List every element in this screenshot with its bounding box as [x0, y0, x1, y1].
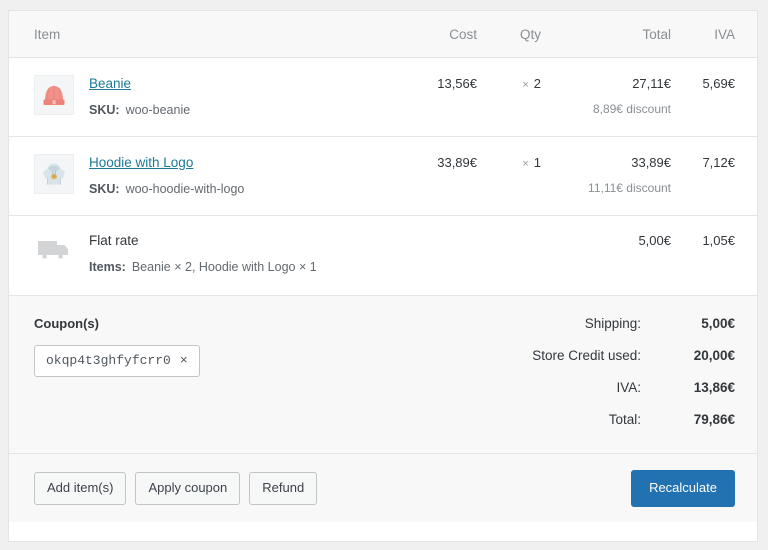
line-item-cost-cell: 13,56€ — [393, 75, 485, 93]
totals-value: 79,86€ — [693, 412, 735, 427]
line-item-cost: 33,89€ — [437, 155, 477, 170]
shipping-row: Flat rate Items: Beanie × 2, Hoodie with … — [9, 216, 757, 296]
column-header-item: Item — [34, 26, 61, 42]
product-link[interactable]: Hoodie with Logo — [89, 154, 193, 172]
sku-value: woo-beanie — [125, 103, 191, 117]
shipping-iva-cell: 1,05€ — [679, 232, 757, 250]
totals-row: Total: 79,86€ — [439, 412, 735, 427]
qty-multiply-symbol: × — [522, 79, 529, 91]
line-item-iva: 5,69€ — [702, 76, 735, 91]
totals-row: Shipping: 5,00€ — [439, 316, 735, 331]
line-item-thumbnail-cell — [9, 75, 89, 115]
line-item-cost-cell: 33,89€ — [393, 154, 485, 172]
line-item-total-cell: 33,89€ 11,11€ discount — [559, 154, 679, 195]
line-item-qty-cell: × 1 — [485, 154, 559, 172]
shipping-iva: 1,05€ — [702, 233, 735, 248]
totals-label: Store Credit used: — [532, 348, 641, 363]
line-item-discount: 8,89€ discount — [592, 102, 671, 116]
shipping-items-label: Items: — [89, 260, 126, 274]
coupon-code: okqp4t3ghfyfcrr0 — [46, 353, 171, 368]
totals-value: 20,00€ — [693, 348, 735, 363]
beanie-thumbnail[interactable] — [34, 75, 74, 115]
line-item-total-cell: 27,11€ 8,89€ discount — [559, 75, 679, 116]
truck-icon — [38, 241, 68, 259]
recalculate-button[interactable]: Recalculate — [631, 469, 735, 507]
order-items-panel: Item Cost Qty Total IVA Beanie SKU: woo-b — [8, 10, 758, 542]
line-item-iva: 7,12€ — [702, 155, 735, 170]
column-header-cost: Cost — [449, 26, 477, 42]
shipping-items-value: Beanie × 2, Hoodie with Logo × 1 — [131, 260, 317, 274]
apply-coupon-button[interactable]: Apply coupon — [135, 471, 241, 505]
line-item-name-cell: Hoodie with Logo SKU: woo-hoodie-with-log… — [89, 154, 393, 197]
line-item-cost: 13,56€ — [437, 76, 477, 91]
shipping-total-cell: 5,00€ — [559, 232, 679, 250]
coupon-chip[interactable]: okqp4t3ghfyfcrr0 × — [34, 345, 200, 377]
shipping-total: 5,00€ — [638, 233, 671, 248]
coupons-title: Coupon(s) — [34, 316, 99, 331]
remove-coupon-icon[interactable]: × — [180, 354, 188, 367]
items-table-header: Item Cost Qty Total IVA — [9, 11, 757, 58]
order-actions-footer: Add item(s) Apply coupon Refund Recalcul… — [9, 454, 757, 522]
column-header-iva: IVA — [714, 26, 735, 42]
hoodie-icon — [43, 163, 65, 185]
shipping-method-name: Flat rate — [89, 233, 139, 248]
shipping-thumbnail-cell — [9, 232, 89, 267]
totals-row: IVA: 13,86€ — [439, 380, 735, 395]
line-item-thumbnail-cell — [9, 154, 89, 194]
hoodie-thumbnail[interactable] — [34, 154, 74, 194]
qty-multiply-symbol: × — [522, 158, 529, 170]
line-item-iva-cell: 5,69€ — [679, 75, 757, 93]
line-item-name-cell: Beanie SKU: woo-beanie — [89, 75, 393, 118]
product-link[interactable]: Beanie — [89, 75, 131, 93]
sku-label: SKU: — [89, 103, 120, 117]
left-button-group: Add item(s) Apply coupon Refund — [34, 471, 318, 505]
sku-label: SKU: — [89, 182, 120, 196]
line-item-iva-cell: 7,12€ — [679, 154, 757, 172]
line-item-total: 33,89€ — [631, 155, 671, 170]
shipping-meta: Items: Beanie × 2, Hoodie with Logo × 1 — [89, 259, 383, 275]
line-item-qty: 2 — [533, 76, 541, 91]
shipping-truck-icon — [34, 235, 74, 267]
totals-label: Total: — [608, 412, 641, 427]
add-items-button[interactable]: Add item(s) — [34, 471, 127, 505]
beanie-icon — [43, 86, 65, 105]
totals-block: Shipping: 5,00€ Store Credit used: 20,00… — [439, 316, 757, 427]
coupons-block: Coupon(s) okqp4t3ghfyfcrr0 × — [9, 316, 439, 427]
totals-value: 13,86€ — [693, 380, 735, 395]
line-item-qty: 1 — [533, 155, 541, 170]
totals-row: Store Credit used: 20,00€ — [439, 348, 735, 363]
totals-label: IVA: — [616, 380, 641, 395]
totals-label: Shipping: — [584, 316, 641, 331]
sku-value: woo-hoodie-with-logo — [125, 182, 245, 196]
totals-value: 5,00€ — [701, 316, 735, 331]
line-item-discount: 11,11€ discount — [588, 181, 671, 195]
column-header-qty: Qty — [519, 26, 541, 42]
line-item-total: 27,11€ — [632, 76, 671, 91]
shipping-name-cell: Flat rate Items: Beanie × 2, Hoodie with … — [89, 232, 393, 275]
line-item-qty-cell: × 2 — [485, 75, 559, 93]
order-summary-section: Coupon(s) okqp4t3ghfyfcrr0 × Shipping: 5… — [9, 296, 757, 454]
line-item-row: Hoodie with Logo SKU: woo-hoodie-with-log… — [9, 137, 757, 216]
refund-button[interactable]: Refund — [249, 471, 318, 505]
line-item-row: Beanie SKU: woo-beanie 13,56€ × 2 27,11€ 8… — [9, 58, 757, 137]
column-header-total: Total — [642, 26, 671, 42]
line-item-meta: SKU: woo-beanie — [89, 102, 383, 118]
line-item-meta: SKU: woo-hoodie-with-logo — [89, 181, 383, 197]
